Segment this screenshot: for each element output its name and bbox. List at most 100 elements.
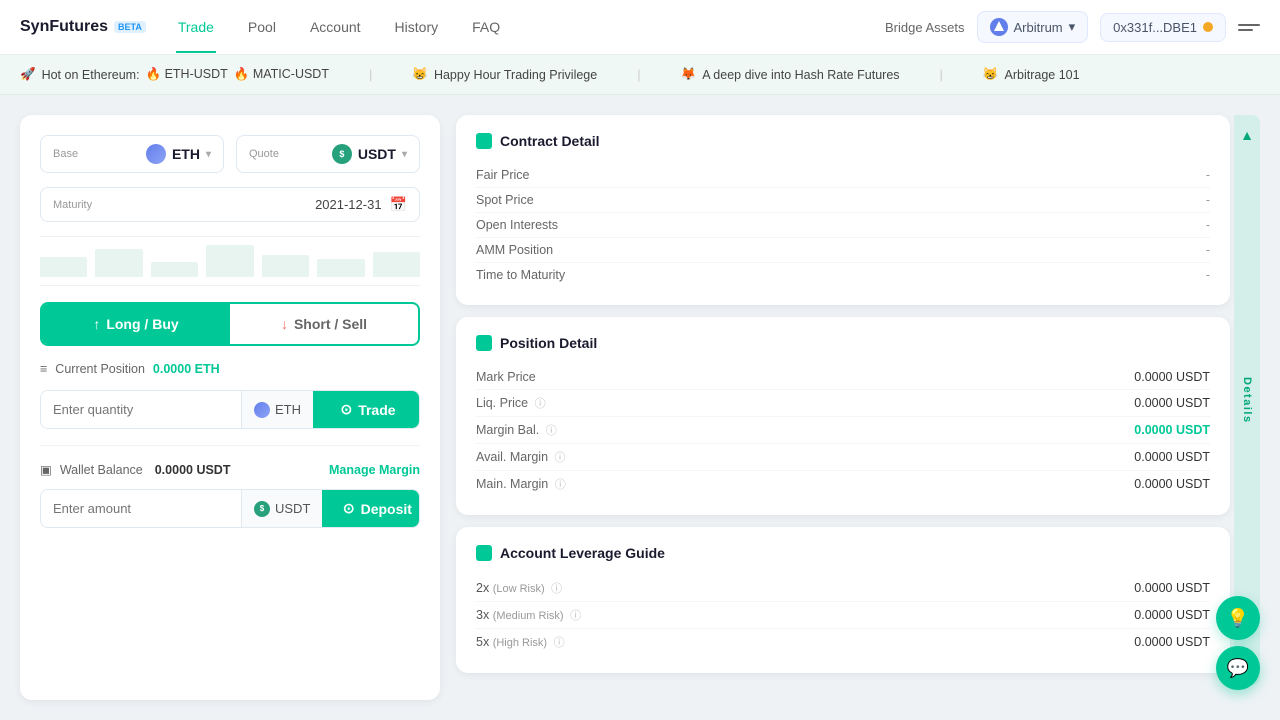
leverage-5x-row: 5x (High Risk) ⓘ 0.0000 USDT <box>476 629 1210 655</box>
bridge-assets-button[interactable]: Bridge Assets <box>885 20 965 35</box>
contract-detail-label: Contract Detail <box>500 133 600 149</box>
side-panel-top-button[interactable]: ▲ <box>1234 115 1260 155</box>
amount-input-row: $ USDT ⊙ Deposit <box>40 489 420 528</box>
usdt-icon: $ <box>332 144 352 164</box>
logo-beta: BETA <box>114 21 146 33</box>
quote-currency: USDT <box>358 146 396 162</box>
deposit-button-icon: ⊙ <box>343 500 355 517</box>
amm-position-label: AMM Position <box>476 243 553 257</box>
ticker-arbitrage[interactable]: 😸 Arbitrage 101 <box>983 67 1080 82</box>
margin-bal-info-icon[interactable]: ⓘ <box>546 425 557 437</box>
menu-line-2 <box>1238 29 1253 31</box>
logo-text: SynFutures <box>20 18 108 36</box>
network-selector[interactable]: Arbitrum ▾ <box>977 11 1089 43</box>
wallet-icon: ▣ <box>40 462 52 477</box>
maturity-value: 2021-12-31 📅 <box>315 196 407 213</box>
leverage-3x-info-icon[interactable]: ⓘ <box>570 610 581 622</box>
short-sell-button[interactable]: ↓ Short / Sell <box>230 304 418 344</box>
nav-faq[interactable]: FAQ <box>470 19 502 35</box>
details-tab[interactable]: Details <box>1234 155 1260 645</box>
current-position-row: ≡ Current Position 0.0000 ETH <box>40 362 420 376</box>
ticker-eth[interactable]: 🚀 Hot on Ethereum: 🔥 ETH-USDT 🔥 MATIC-US… <box>20 67 329 82</box>
fab-chat-button[interactable]: 💬 <box>1216 646 1260 690</box>
ticker-banner: 🚀 Hot on Ethereum: 🔥 ETH-USDT 🔥 MATIC-US… <box>0 55 1280 95</box>
amm-position-row: AMM Position - <box>476 238 1210 263</box>
quantity-currency: ETH <box>275 402 301 417</box>
amount-input[interactable] <box>41 490 241 527</box>
mark-price-value: 0.0000 USDT <box>1134 370 1210 384</box>
position-icon: ≡ <box>40 362 47 376</box>
nav-history[interactable]: History <box>393 19 441 35</box>
base-currency: ETH <box>172 146 200 162</box>
ticker-hashrate[interactable]: 🦊 A deep dive into Hash Rate Futures <box>681 67 900 82</box>
calendar-icon: 📅 <box>390 196 407 213</box>
long-buy-button[interactable]: ↑ Long / Buy <box>42 304 230 344</box>
amount-unit: $ USDT <box>241 490 322 527</box>
main-margin-info-icon[interactable]: ⓘ <box>555 479 566 491</box>
nav-pool[interactable]: Pool <box>246 19 278 35</box>
maturity-date: 2021-12-31 <box>315 197 382 212</box>
deposit-button[interactable]: ⊙ Deposit <box>322 490 420 527</box>
fab-bulb-button[interactable]: 💡 <box>1216 596 1260 640</box>
current-position-value: 0.0000 ETH <box>153 362 220 376</box>
menu-button[interactable] <box>1238 16 1260 38</box>
trade-button-label: Trade <box>358 402 395 418</box>
nav-account[interactable]: Account <box>308 19 363 35</box>
leverage-guide-title: Account Leverage Guide <box>476 545 1210 561</box>
mark-price-row: Mark Price 0.0000 USDT <box>476 365 1210 390</box>
position-detail-card: Position Detail Mark Price 0.0000 USDT L… <box>456 317 1230 515</box>
leverage-guide-label: Account Leverage Guide <box>500 545 665 561</box>
manage-margin-button[interactable]: Manage Margin <box>329 463 420 477</box>
chart-bar <box>317 259 364 277</box>
quote-label: Quote <box>249 148 279 160</box>
time-to-maturity-label: Time to Maturity <box>476 268 565 282</box>
logo: SynFutures BETA <box>20 18 146 36</box>
ticker-happy-hour[interactable]: 😸 Happy Hour Trading Privilege <box>412 67 597 82</box>
avail-margin-value: 0.0000 USDT <box>1134 450 1210 464</box>
trade-button[interactable]: ⊙ Trade <box>313 391 420 428</box>
avail-margin-info-icon[interactable]: ⓘ <box>555 452 566 464</box>
base-selector[interactable]: Base ETH ▾ <box>40 135 224 173</box>
nav-trade[interactable]: Trade <box>176 19 216 35</box>
right-panel: Contract Detail Fair Price - Spot Price … <box>456 115 1260 700</box>
quote-value: $ USDT ▾ <box>332 144 407 164</box>
leverage-5x-label: 5x (High Risk) ⓘ <box>476 634 565 650</box>
main-content: Base ETH ▾ Quote $ USDT ▾ Maturity 20 <box>0 95 1280 720</box>
main-nav: Trade Pool Account History FAQ <box>176 19 885 35</box>
menu-line-1 <box>1238 24 1260 26</box>
margin-bal-row: Margin Bal. ⓘ 0.0000 USDT <box>476 417 1210 444</box>
chart-bar <box>40 257 87 277</box>
eth-icon <box>146 144 166 164</box>
long-short-toggle: ↑ Long / Buy ↓ Short / Sell <box>40 302 420 346</box>
margin-bal-label: Margin Bal. ⓘ <box>476 422 557 438</box>
position-detail-label: Position Detail <box>500 335 597 351</box>
open-interests-label: Open Interests <box>476 218 558 232</box>
wallet-address[interactable]: 0x331f...DBE1 <box>1100 13 1226 42</box>
leverage-3x-row: 3x (Medium Risk) ⓘ 0.0000 USDT <box>476 602 1210 629</box>
wallet-balance-value: 0.0000 USDT <box>155 463 231 477</box>
position-detail-rows: Mark Price 0.0000 USDT Liq. Price ⓘ 0.00… <box>476 365 1210 497</box>
usdt-unit-icon: $ <box>254 501 270 517</box>
margin-bal-value: 0.0000 USDT <box>1134 423 1210 437</box>
header-right: Bridge Assets Arbitrum ▾ 0x331f...DBE1 <box>885 11 1260 43</box>
leverage-2x-info-icon[interactable]: ⓘ <box>551 583 562 595</box>
wallet-address-text: 0x331f...DBE1 <box>1113 20 1197 35</box>
price-chart <box>40 236 420 286</box>
right-main-content: Contract Detail Fair Price - Spot Price … <box>456 115 1230 685</box>
amount-currency: USDT <box>275 501 310 516</box>
long-buy-label: Long / Buy <box>106 316 178 332</box>
wallet-balance-label: Wallet Balance <box>60 463 143 477</box>
chart-bar <box>262 255 309 277</box>
quote-selector[interactable]: Quote $ USDT ▾ <box>236 135 420 173</box>
quantity-input[interactable] <box>41 391 241 428</box>
base-chevron-icon: ▾ <box>206 149 211 160</box>
open-interests-row: Open Interests - <box>476 213 1210 238</box>
wallet-section: ▣ Wallet Balance 0.0000 USDT Manage Marg… <box>40 445 420 528</box>
liq-price-info-icon[interactable]: ⓘ <box>535 398 546 410</box>
main-margin-row: Main. Margin ⓘ 0.0000 USDT <box>476 471 1210 497</box>
quantity-unit: ETH <box>241 391 313 428</box>
leverage-5x-info-icon[interactable]: ⓘ <box>554 637 565 649</box>
main-margin-value: 0.0000 USDT <box>1134 477 1210 491</box>
maturity-selector[interactable]: Maturity 2021-12-31 📅 <box>40 187 420 222</box>
position-icon-card <box>476 335 492 351</box>
